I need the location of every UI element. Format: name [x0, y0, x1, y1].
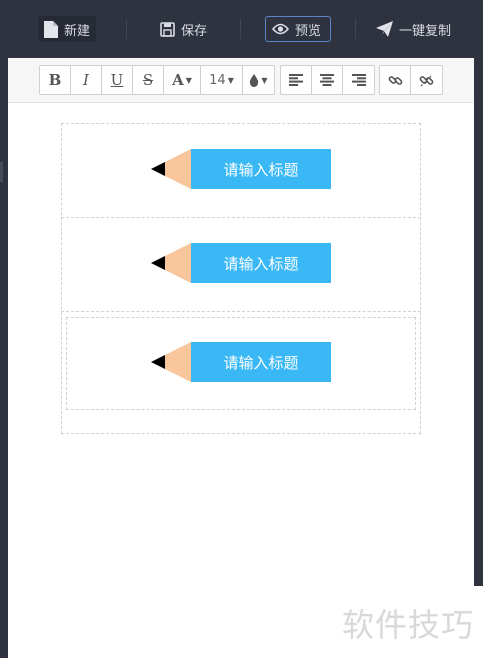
pencil-title-block[interactable]: 请输入标题 — [151, 149, 332, 189]
remove-link-button[interactable] — [411, 66, 442, 94]
eye-icon — [272, 23, 289, 35]
new-file-icon — [44, 20, 58, 38]
new-button-label: 新建 — [64, 23, 91, 39]
save-icon — [160, 21, 175, 37]
fill-drop-icon — [250, 73, 259, 87]
pencil-tip-icon — [151, 342, 191, 382]
caret-down-icon: ▼ — [185, 75, 192, 85]
preview-button-label: 预览 — [295, 23, 322, 39]
title-input[interactable]: 请输入标题 — [191, 243, 331, 283]
font-color-label: A — [172, 71, 184, 89]
alignment-group — [280, 65, 375, 95]
text-format-group: B I U S A ▼ 14 ▼ ▼ — [39, 65, 275, 95]
watermark-text: 软件技巧 — [342, 606, 475, 644]
block-divider — [61, 217, 421, 218]
block-divider — [61, 311, 421, 312]
save-button-label: 保存 — [181, 23, 208, 39]
align-center-button[interactable] — [312, 66, 343, 94]
editor-toolbar: B I U S A ▼ 14 ▼ ▼ — [8, 58, 474, 103]
bold-button[interactable]: B — [40, 66, 71, 94]
preview-button[interactable]: 预览 — [265, 16, 331, 42]
paper-plane-icon — [376, 21, 393, 37]
link-icon — [388, 75, 402, 85]
top-toolbar: 新建 保存 预览 一键复制 — [0, 0, 483, 58]
background-color-dropdown[interactable]: ▼ — [243, 66, 274, 94]
align-right-button[interactable] — [343, 66, 374, 94]
unlink-icon — [419, 74, 434, 86]
toolbar-divider — [126, 19, 127, 39]
save-button[interactable]: 保存 — [154, 16, 213, 42]
one-click-copy-button[interactable]: 一键复制 — [370, 16, 457, 42]
left-frame — [0, 58, 8, 658]
toolbar-divider — [355, 19, 356, 39]
strikethrough-button[interactable]: S — [133, 66, 164, 94]
left-frame-handle[interactable] — [0, 162, 3, 182]
insert-link-button[interactable] — [380, 66, 411, 94]
title-input[interactable]: 请输入标题 — [191, 149, 331, 189]
pencil-title-block[interactable]: 请输入标题 — [151, 243, 332, 283]
right-frame — [474, 58, 483, 586]
underline-button[interactable]: U — [102, 66, 133, 94]
toolbar-divider — [240, 19, 241, 39]
new-button[interactable]: 新建 — [38, 16, 97, 42]
title-input[interactable]: 请输入标题 — [191, 342, 331, 382]
caret-down-icon: ▼ — [261, 75, 268, 85]
copy-button-label: 一键复制 — [399, 23, 452, 39]
align-right-icon — [351, 74, 366, 86]
align-left-button[interactable] — [281, 66, 312, 94]
font-size-dropdown[interactable]: 14 ▼ — [201, 66, 243, 94]
pencil-tip-icon — [151, 243, 191, 283]
link-group — [379, 65, 443, 95]
font-color-dropdown[interactable]: A ▼ — [164, 66, 201, 94]
align-center-icon — [320, 74, 334, 86]
italic-button[interactable]: I — [71, 66, 102, 94]
pencil-title-block[interactable]: 请输入标题 — [151, 342, 332, 382]
pencil-tip-icon — [151, 149, 191, 189]
caret-down-icon: ▼ — [227, 75, 234, 85]
font-size-value: 14 — [209, 72, 226, 88]
align-left-icon — [289, 74, 303, 86]
